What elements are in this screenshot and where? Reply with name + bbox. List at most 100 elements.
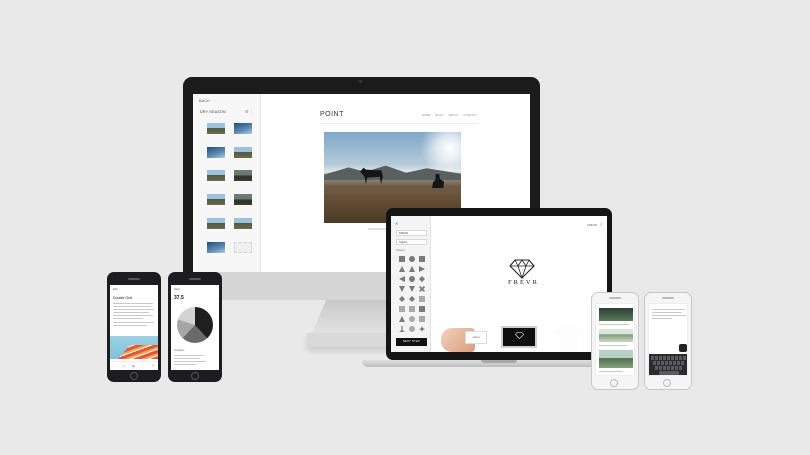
text-line — [652, 309, 685, 310]
camera-dot — [359, 80, 362, 83]
shape-square-icon[interactable] — [419, 256, 425, 262]
nav-item[interactable]: CONTACT — [464, 114, 478, 117]
key[interactable] — [683, 356, 686, 360]
gear-icon[interactable]: ⚙ ⋮ — [245, 109, 254, 114]
shape-circle-icon[interactable] — [409, 256, 415, 262]
shape-square-icon[interactable] — [419, 306, 425, 312]
shape-star-icon[interactable] — [419, 326, 425, 332]
shape-square-icon[interactable] — [419, 296, 425, 302]
text-line — [652, 315, 686, 316]
key[interactable] — [667, 366, 670, 370]
shape-circle-icon[interactable] — [409, 316, 415, 322]
key[interactable] — [671, 356, 674, 360]
home-button[interactable] — [610, 379, 618, 387]
photo-thumbnail[interactable] — [207, 147, 225, 158]
space-key[interactable] — [659, 371, 679, 375]
text-line — [652, 312, 682, 313]
shape-note-icon[interactable] — [399, 326, 405, 332]
speaker — [189, 278, 201, 280]
shape-triangle-icon[interactable] — [399, 266, 405, 272]
key[interactable] — [665, 361, 668, 365]
photo-thumbnail[interactable] — [234, 194, 252, 205]
home-button[interactable] — [130, 372, 138, 380]
nav-item[interactable]: ABOUT — [449, 114, 459, 117]
photo-thumbnail[interactable] — [234, 170, 252, 181]
photo-thumbnail[interactable] — [207, 242, 225, 253]
nav-item[interactable]: BLOG — [436, 114, 444, 117]
shape-diamond-icon[interactable] — [409, 296, 415, 302]
shape-clock-icon[interactable] — [409, 326, 415, 332]
back-link[interactable]: BACK — [199, 98, 210, 103]
key[interactable] — [653, 361, 656, 365]
key[interactable] — [651, 356, 654, 360]
key[interactable] — [671, 366, 674, 370]
close-icon[interactable]: ✕ — [395, 221, 398, 226]
grid-icon[interactable]: ▦ — [132, 364, 135, 368]
key[interactable] — [663, 366, 666, 370]
shape-square-icon[interactable] — [399, 306, 405, 312]
tshirt-mockup[interactable] — [553, 325, 585, 352]
photo-thumbnail[interactable] — [207, 123, 225, 134]
key[interactable] — [657, 361, 660, 365]
brand-name-field[interactable]: FREVR — [396, 230, 427, 236]
photo-thumbnail[interactable] — [207, 218, 225, 229]
shape-triangle-icon[interactable] — [399, 316, 405, 322]
key[interactable] — [663, 356, 666, 360]
photo-thumbnail[interactable] — [234, 123, 252, 134]
shape-play-icon[interactable] — [419, 266, 425, 272]
shape-cross-icon[interactable] — [419, 286, 425, 292]
text-line — [174, 361, 206, 362]
key[interactable] — [677, 361, 680, 365]
key[interactable] — [659, 366, 662, 370]
key[interactable] — [667, 356, 670, 360]
key[interactable] — [679, 356, 682, 360]
photo-thumbnail[interactable] — [207, 194, 225, 205]
add-photo-slot[interactable] — [234, 242, 252, 253]
home-icon[interactable]: ⌂ — [114, 364, 116, 368]
feed-image[interactable] — [599, 350, 633, 368]
menu-icon[interactable]: ☰ — [152, 364, 155, 368]
next-step-button[interactable]: NEXT STEP — [396, 338, 427, 346]
shape-diamond-icon[interactable] — [399, 296, 405, 302]
phone-screen-stats: Data 37.5 Analytics — [171, 285, 219, 370]
home-button[interactable] — [191, 372, 199, 380]
shape-square-icon[interactable] — [399, 256, 405, 262]
heart-icon[interactable]: ♡ — [142, 364, 145, 368]
shape-chevron-icon[interactable] — [409, 286, 415, 292]
black-card-mockup[interactable] — [501, 326, 537, 348]
key[interactable] — [675, 366, 678, 370]
key[interactable] — [681, 361, 684, 365]
shape-chevron-icon[interactable] — [399, 286, 405, 292]
feed-image[interactable] — [599, 329, 633, 342]
key[interactable] — [669, 361, 672, 365]
tagline-field[interactable]: Tagline — [396, 239, 427, 245]
photo-thumbnail[interactable] — [234, 147, 252, 158]
key[interactable] — [655, 356, 658, 360]
key[interactable] — [675, 356, 678, 360]
home-button[interactable] — [663, 379, 671, 387]
key[interactable] — [659, 356, 662, 360]
shape-diamond-icon[interactable] — [419, 276, 425, 282]
speaker — [609, 297, 621, 299]
shape-square-icon[interactable] — [409, 306, 415, 312]
site-brand[interactable]: POINT — [320, 111, 344, 118]
onscreen-keyboard[interactable] — [649, 354, 687, 375]
menu-icon[interactable]: ≡ — [600, 222, 602, 227]
key[interactable] — [679, 366, 682, 370]
pie-chart[interactable] — [177, 307, 213, 343]
nav-item[interactable]: HOME — [422, 114, 431, 117]
feed-image[interactable] — [599, 308, 633, 321]
key[interactable] — [673, 361, 676, 365]
edit-link[interactable]: Edit — [113, 288, 117, 291]
business-card-mockup[interactable]: FREVR — [465, 331, 487, 344]
photo-thumbnail[interactable] — [234, 218, 252, 229]
shape-circle-icon[interactable] — [409, 276, 415, 282]
photo-thumbnail[interactable] — [207, 170, 225, 181]
explore-icon[interactable]: ◎ — [122, 364, 125, 368]
key[interactable] — [661, 361, 664, 365]
text-line — [113, 315, 153, 316]
shape-arrow-icon[interactable] — [399, 276, 405, 282]
shape-triangle-icon[interactable] — [409, 266, 415, 272]
key[interactable] — [655, 366, 658, 370]
shape-square-icon[interactable] — [419, 316, 425, 322]
